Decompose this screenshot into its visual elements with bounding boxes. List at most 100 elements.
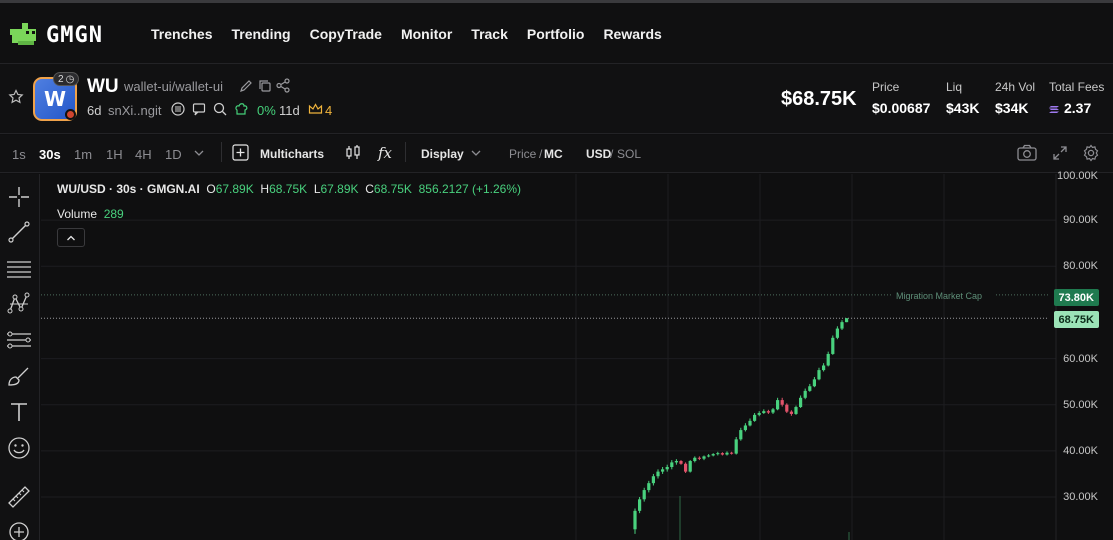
- mc-toggle[interactable]: MC: [544, 147, 563, 161]
- nav-portfolio[interactable]: Portfolio: [527, 26, 585, 42]
- trendline-icon[interactable]: [6, 219, 32, 245]
- candle-body: [803, 390, 807, 398]
- timeframe-1m[interactable]: 1m: [74, 147, 92, 162]
- text-icon[interactable]: [6, 399, 32, 425]
- candle-body: [817, 370, 821, 380]
- timeframe-4h[interactable]: 4H: [135, 147, 152, 162]
- timeframe-1h[interactable]: 1H: [106, 147, 123, 162]
- open-value: 67.89K: [215, 182, 254, 196]
- candlestick-chart[interactable]: [41, 174, 1113, 540]
- timeframe-30s[interactable]: 30s: [39, 147, 61, 162]
- ruler-icon[interactable]: [6, 484, 32, 510]
- star-icon[interactable]: [8, 89, 24, 105]
- multicharts-button[interactable]: Multicharts: [260, 147, 324, 161]
- crosshair-icon[interactable]: [6, 184, 32, 210]
- candle-body: [707, 455, 711, 457]
- low-value: 67.89K: [320, 182, 359, 196]
- fib-icon[interactable]: [6, 256, 32, 282]
- chat-icon[interactable]: [192, 102, 206, 116]
- volume-legend-label: Volume: [57, 207, 98, 221]
- candle-body: [720, 453, 724, 455]
- collapse-legend-button[interactable]: [57, 228, 85, 247]
- display-button[interactable]: Display: [421, 147, 464, 161]
- copy-icon[interactable]: [258, 79, 272, 93]
- low-key: L: [313, 182, 321, 196]
- indicators-icon[interactable]: fx: [378, 144, 392, 162]
- candle-body: [665, 467, 669, 470]
- candle-body: [748, 420, 752, 426]
- high-key: H: [260, 182, 270, 196]
- y-axis-label: 80.00K: [1063, 260, 1098, 272]
- price-chart[interactable]: WU/USD · 30s · GMGN.AI O67.89K H68.75K L…: [41, 170, 1113, 540]
- nav-track[interactable]: Track: [471, 26, 508, 42]
- token-age: 6d: [87, 103, 102, 118]
- share-icon[interactable]: [276, 78, 291, 93]
- candle-body: [771, 409, 775, 413]
- creator-address[interactable]: snXi..ngit: [108, 103, 161, 118]
- candle-body: [702, 456, 706, 459]
- candle-style-icon[interactable]: [345, 144, 361, 161]
- measure-lines-icon[interactable]: [6, 327, 32, 353]
- candle-body: [831, 337, 835, 354]
- candle-body: [651, 476, 655, 484]
- toolbar-divider: [221, 142, 222, 162]
- website-icon[interactable]: [171, 102, 185, 116]
- brush-icon[interactable]: [6, 363, 32, 389]
- liq-stat: Liq $43K: [946, 80, 979, 116]
- nav-trending[interactable]: Trending: [231, 26, 290, 42]
- timeframe-1s[interactable]: 1s: [12, 147, 26, 162]
- token-name[interactable]: wallet-ui/wallet-ui: [124, 79, 223, 94]
- price-toggle[interactable]: Price: [509, 147, 536, 161]
- volume-value: $34K: [995, 100, 1029, 116]
- candle-body: [799, 397, 803, 408]
- candle-body: [753, 414, 757, 421]
- pattern-icon[interactable]: [6, 291, 32, 317]
- high-value: 68.75K: [269, 182, 308, 196]
- y-axis-label: 40.00K: [1063, 445, 1098, 457]
- candle-body: [693, 457, 697, 462]
- gmgn-logo[interactable]: GMGN: [8, 21, 103, 49]
- candle-body: [647, 483, 651, 491]
- zoom-in-icon[interactable]: [6, 519, 32, 540]
- dev-chef-icon: [235, 103, 248, 115]
- drawing-toolbar: [0, 174, 40, 540]
- toolbar-divider: [405, 142, 406, 162]
- y-axis-label: 90.00K: [1063, 214, 1098, 226]
- add-chart-icon[interactable]: [232, 144, 249, 161]
- usd-toggle[interactable]: USD: [586, 147, 611, 161]
- emoji-icon[interactable]: [6, 435, 32, 461]
- volume-legend: Volume 289: [57, 207, 124, 221]
- nav-trenches[interactable]: Trenches: [151, 26, 212, 42]
- candle-body: [684, 463, 688, 472]
- candle-body: [822, 365, 826, 371]
- candle-body: [725, 452, 729, 455]
- candle-body: [840, 322, 844, 329]
- search-icon[interactable]: [213, 102, 227, 116]
- fullscreen-icon[interactable]: [1052, 145, 1068, 161]
- price-value: $0.00687: [872, 100, 931, 116]
- nav-rewards[interactable]: Rewards: [603, 26, 661, 42]
- chevron-down-icon[interactable]: [470, 147, 482, 159]
- nav-copytrade[interactable]: CopyTrade: [310, 26, 382, 42]
- candle-body: [739, 430, 743, 440]
- top-holder-count: 4: [325, 103, 333, 118]
- candle-body: [789, 411, 793, 414]
- toggle-separator: /: [539, 147, 543, 161]
- fees-row: 2.37: [1049, 100, 1104, 116]
- symbol-label: WU/USD · 30s · GMGN.AI: [57, 182, 200, 196]
- migration-price-tag: 73.80K: [1053, 289, 1099, 306]
- nav-monitor[interactable]: Monitor: [401, 26, 452, 42]
- candle-body: [711, 454, 715, 456]
- token-avatar-glyph: W: [43, 87, 67, 111]
- timeframe-1d[interactable]: 1D: [165, 147, 182, 162]
- candle-body: [688, 461, 692, 472]
- y-axis-label: 100.00K: [1057, 170, 1098, 182]
- chevron-down-icon[interactable]: [193, 147, 205, 159]
- gear-icon[interactable]: [1082, 144, 1100, 162]
- camera-icon[interactable]: [1017, 144, 1037, 161]
- edit-icon[interactable]: [239, 79, 253, 93]
- sol-toggle[interactable]: SOL: [617, 147, 641, 161]
- candle-body: [670, 462, 674, 468]
- holder-badge: 2 ◷: [53, 72, 80, 86]
- candle-body: [780, 400, 784, 405]
